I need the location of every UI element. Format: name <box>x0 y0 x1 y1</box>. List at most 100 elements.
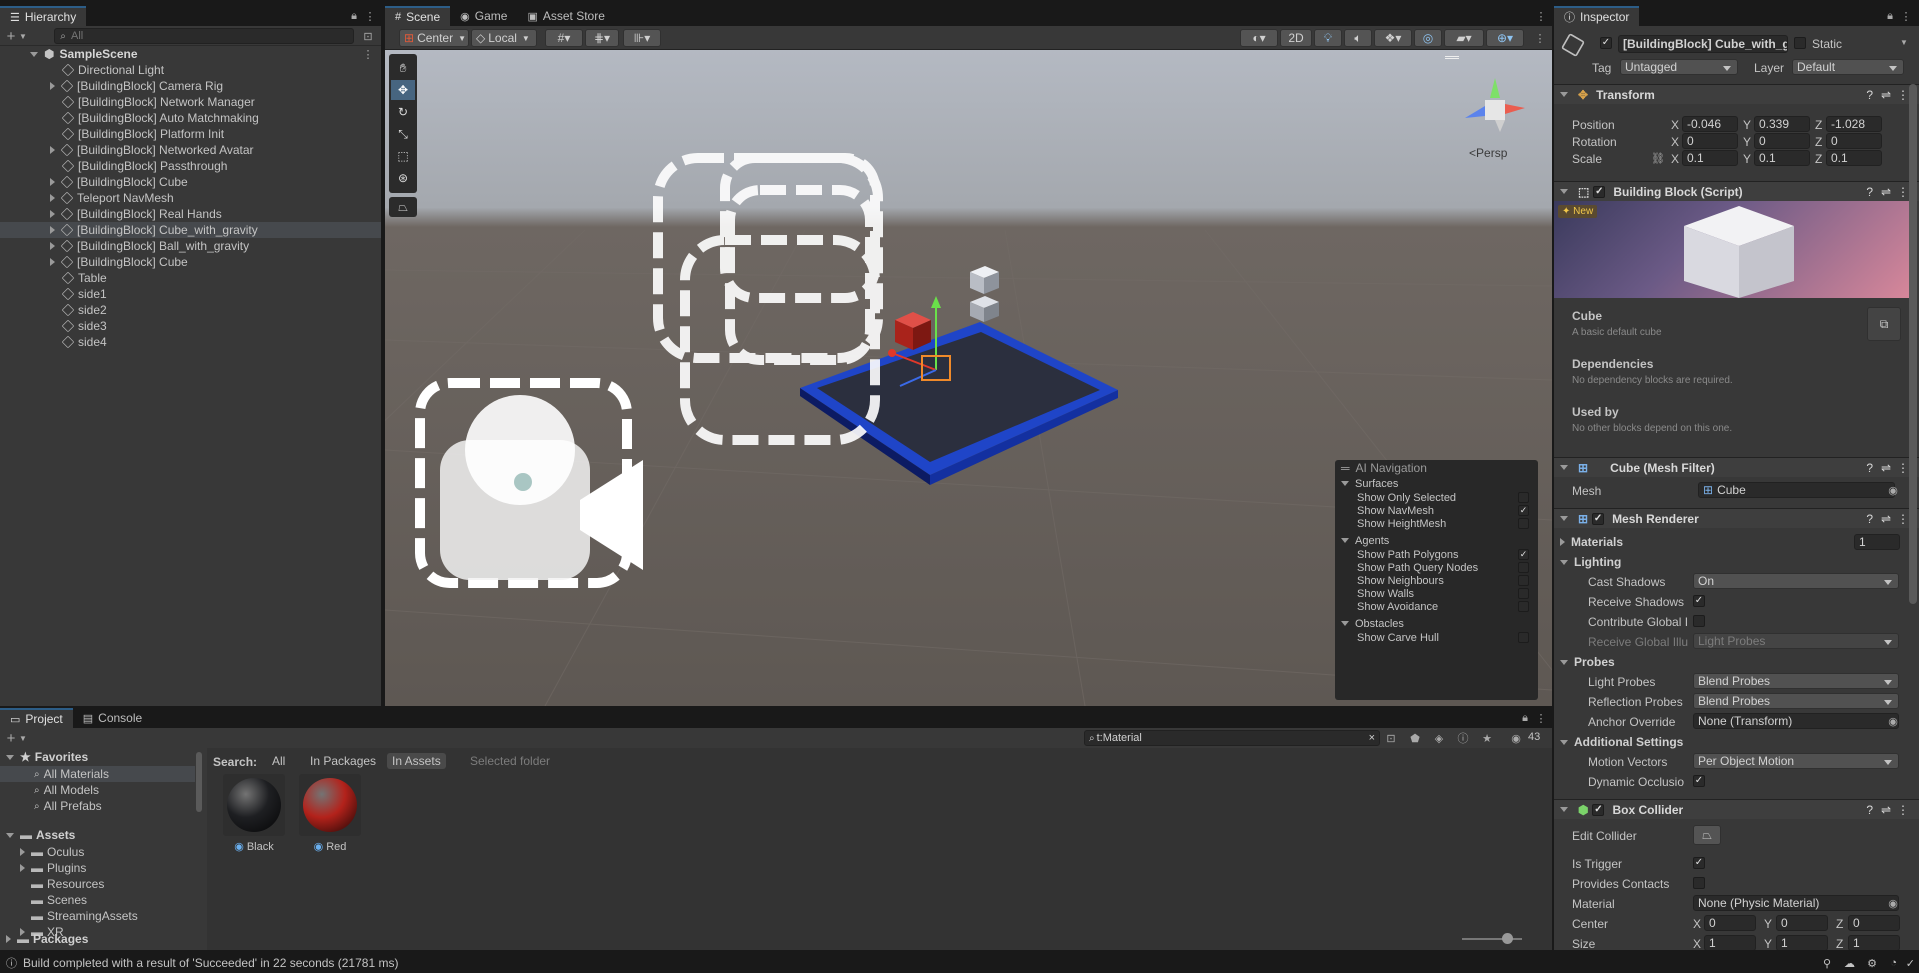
ai-nav-option[interactable]: Show Avoidance <box>1335 600 1538 613</box>
asset-folder-item[interactable]: ▬ Plugins <box>0 860 195 876</box>
center-z-field[interactable]: 0 <box>1848 915 1900 931</box>
scale-tool-icon[interactable]: ⤡ <box>391 124 415 144</box>
hierarchy-item[interactable]: [BuildingBlock] Passthrough <box>0 158 381 174</box>
ai-nav-checkbox[interactable] <box>1518 588 1529 599</box>
overlay-menu-handle[interactable] <box>1445 56 1459 59</box>
red-cube-model[interactable] <box>895 312 931 350</box>
chevron-down-icon[interactable] <box>1560 516 1568 521</box>
chevron-right-icon[interactable] <box>50 258 55 266</box>
chevron-down-icon[interactable]: ▼ <box>16 731 30 745</box>
hierarchy-item[interactable]: Table <box>0 270 381 286</box>
rotation-y-field[interactable]: 0 <box>1754 133 1810 149</box>
box-collider-header[interactable]: ⬢ ✓ Box Collider ? ⇌ ⋮ <box>1554 799 1919 819</box>
hierarchy-search-input[interactable] <box>54 28 354 44</box>
scene-viewport[interactable]: ✋︎ ✥ ↻ ⤡ ⬚ ⊛ ⏢ <Persp ═ AI Navigation Su… <box>385 50 1552 706</box>
chevron-right-icon[interactable] <box>50 146 55 154</box>
log-icon[interactable]: ⓘ <box>1456 731 1470 745</box>
material-label[interactable]: ◉ Red <box>293 840 367 853</box>
ai-nav-checkbox[interactable] <box>1518 518 1529 529</box>
lighting-toggle-button[interactable]: 💡︎ <box>1314 29 1342 47</box>
status-check-icon[interactable]: ✓ <box>1906 957 1915 970</box>
motion-vectors-dropdown[interactable]: Per Object Motion <box>1693 753 1899 769</box>
reflection-probes-dropdown[interactable]: Blend Probes <box>1693 693 1899 709</box>
preset-icon[interactable]: ⇌ <box>1881 88 1891 102</box>
component-enabled-checkbox[interactable]: ✓ <box>1593 185 1606 198</box>
ai-nav-option[interactable]: Show HeightMesh <box>1335 517 1538 530</box>
move-tool-icon[interactable]: ✥ <box>391 80 415 100</box>
anchor-override-field[interactable]: None (Transform) <box>1693 713 1899 729</box>
more-menu-icon[interactable]: ⋮ <box>363 9 377 23</box>
hierarchy-item[interactable]: [BuildingBlock] Cube <box>0 254 381 270</box>
help-icon[interactable]: ? <box>1866 461 1873 475</box>
hidden-objects-button[interactable]: ◎ <box>1414 29 1442 47</box>
grid-snap-button[interactable]: #▾ <box>545 29 583 47</box>
static-checkbox[interactable] <box>1794 37 1806 49</box>
chevron-down-icon[interactable]: ▼ <box>16 29 30 43</box>
scene-menu-icon[interactable]: ⋮ <box>361 47 375 61</box>
hierarchy-item[interactable]: [BuildingBlock] Cube_with_gravity <box>0 222 381 238</box>
chevron-down-icon[interactable] <box>1560 807 1568 812</box>
object-picker-icon[interactable]: ◉ <box>1886 896 1900 910</box>
mesh-field[interactable]: ⊞ Cube <box>1698 482 1895 498</box>
mesh-filter-header[interactable]: ⊞ Cube (Mesh Filter) ? ⇌ ⋮ <box>1554 457 1919 477</box>
material-thumbnail[interactable] <box>299 774 361 836</box>
light-probes-dropdown[interactable]: Blend Probes <box>1693 673 1899 689</box>
asset-folder-item[interactable]: ▬ StreamingAssets <box>0 908 195 924</box>
component-menu-icon[interactable]: ⋮ <box>1897 803 1909 817</box>
thumbnail-size-slider[interactable] <box>1462 938 1522 940</box>
clear-search-icon[interactable]: × <box>1369 732 1375 744</box>
view-orientation-gizmo[interactable] <box>1455 70 1535 150</box>
search-filter-icon[interactable]: ⊡ <box>361 29 375 43</box>
ai-nav-checkbox[interactable] <box>1518 575 1529 586</box>
scene-row[interactable]: ⬢ SampleScene ⋮ <box>0 46 381 62</box>
help-icon[interactable]: ? <box>1866 512 1873 526</box>
material-thumbnail[interactable] <box>223 774 285 836</box>
ai-nav-checkbox[interactable] <box>1518 601 1529 612</box>
component-menu-icon[interactable]: ⋮ <box>1897 185 1909 199</box>
ai-nav-option[interactable]: Show Walls <box>1335 587 1538 600</box>
chevron-right-icon[interactable] <box>50 194 55 202</box>
lock-icon[interactable]: 🔒︎ <box>347 9 361 23</box>
component-menu-icon[interactable]: ⋮ <box>1897 512 1909 526</box>
lighting-foldout[interactable]: Lighting <box>1560 555 1621 569</box>
hierarchy-item[interactable]: [BuildingBlock] Networked Avatar <box>0 142 381 158</box>
size-x-field[interactable]: 1 <box>1704 935 1756 950</box>
scale-z-field[interactable]: 0.1 <box>1826 150 1882 166</box>
cloud-icon[interactable]: ☁︎ <box>1844 957 1855 970</box>
size-y-field[interactable]: 1 <box>1776 935 1828 950</box>
hierarchy-item[interactable]: [BuildingBlock] Network Manager <box>0 94 381 110</box>
gizmos-button[interactable]: ⊕▾ <box>1486 29 1524 47</box>
component-menu-icon[interactable]: ⋮ <box>1897 461 1909 475</box>
component-enabled-checkbox[interactable]: ✓ <box>1592 803 1605 816</box>
object-picker-icon[interactable]: ◉ <box>1886 483 1900 497</box>
layer-dropdown[interactable]: Default <box>1792 59 1904 75</box>
tab-scene[interactable]: # Scene <box>385 6 451 26</box>
overlay-header[interactable]: ═ AI Navigation <box>1335 460 1538 476</box>
transform-tool-icon[interactable]: ⊛ <box>391 168 415 188</box>
center-x-field[interactable]: 0 <box>1704 915 1756 931</box>
draw-mode-button[interactable]: ◐▾ <box>1240 29 1278 47</box>
position-x-field[interactable]: -0.046 <box>1682 116 1738 132</box>
ai-nav-option[interactable]: Show Only Selected <box>1335 491 1538 504</box>
rotation-z-field[interactable]: 0 <box>1826 133 1882 149</box>
debug-icon[interactable]: ⚙︎ <box>1867 957 1877 970</box>
cast-shadows-dropdown[interactable]: On <box>1693 573 1899 589</box>
project-tree-scrollbar[interactable] <box>196 752 202 812</box>
favorites-foldout[interactable]: ★ Favorites <box>6 750 88 764</box>
ai-nav-checkbox[interactable] <box>1518 562 1529 573</box>
tab-game[interactable]: ◉ Game <box>450 6 517 26</box>
component-menu-icon[interactable]: ⋮ <box>1897 88 1909 102</box>
dynamic-occlusion-checkbox[interactable]: ✓ <box>1693 775 1705 787</box>
ai-nav-option[interactable]: Show Carve Hull <box>1335 631 1538 644</box>
ai-nav-checkbox[interactable] <box>1518 632 1529 643</box>
favorite-star-icon[interactable]: ★ <box>1480 731 1494 745</box>
rotate-tool-icon[interactable]: ↻ <box>391 102 415 122</box>
assets-foldout[interactable]: ▬ Assets <box>6 828 75 842</box>
chevron-down-icon[interactable] <box>1560 465 1568 470</box>
ai-nav-checkbox[interactable] <box>1518 492 1529 503</box>
lock-icon[interactable]: 🔒︎ <box>1883 9 1897 23</box>
search-scope-tab[interactable]: In Assets <box>387 753 446 769</box>
chevron-right-icon[interactable] <box>50 178 55 186</box>
material-label[interactable]: ◉ Black <box>217 840 291 853</box>
ai-nav-option[interactable]: Show NavMesh ✓ <box>1335 504 1538 517</box>
